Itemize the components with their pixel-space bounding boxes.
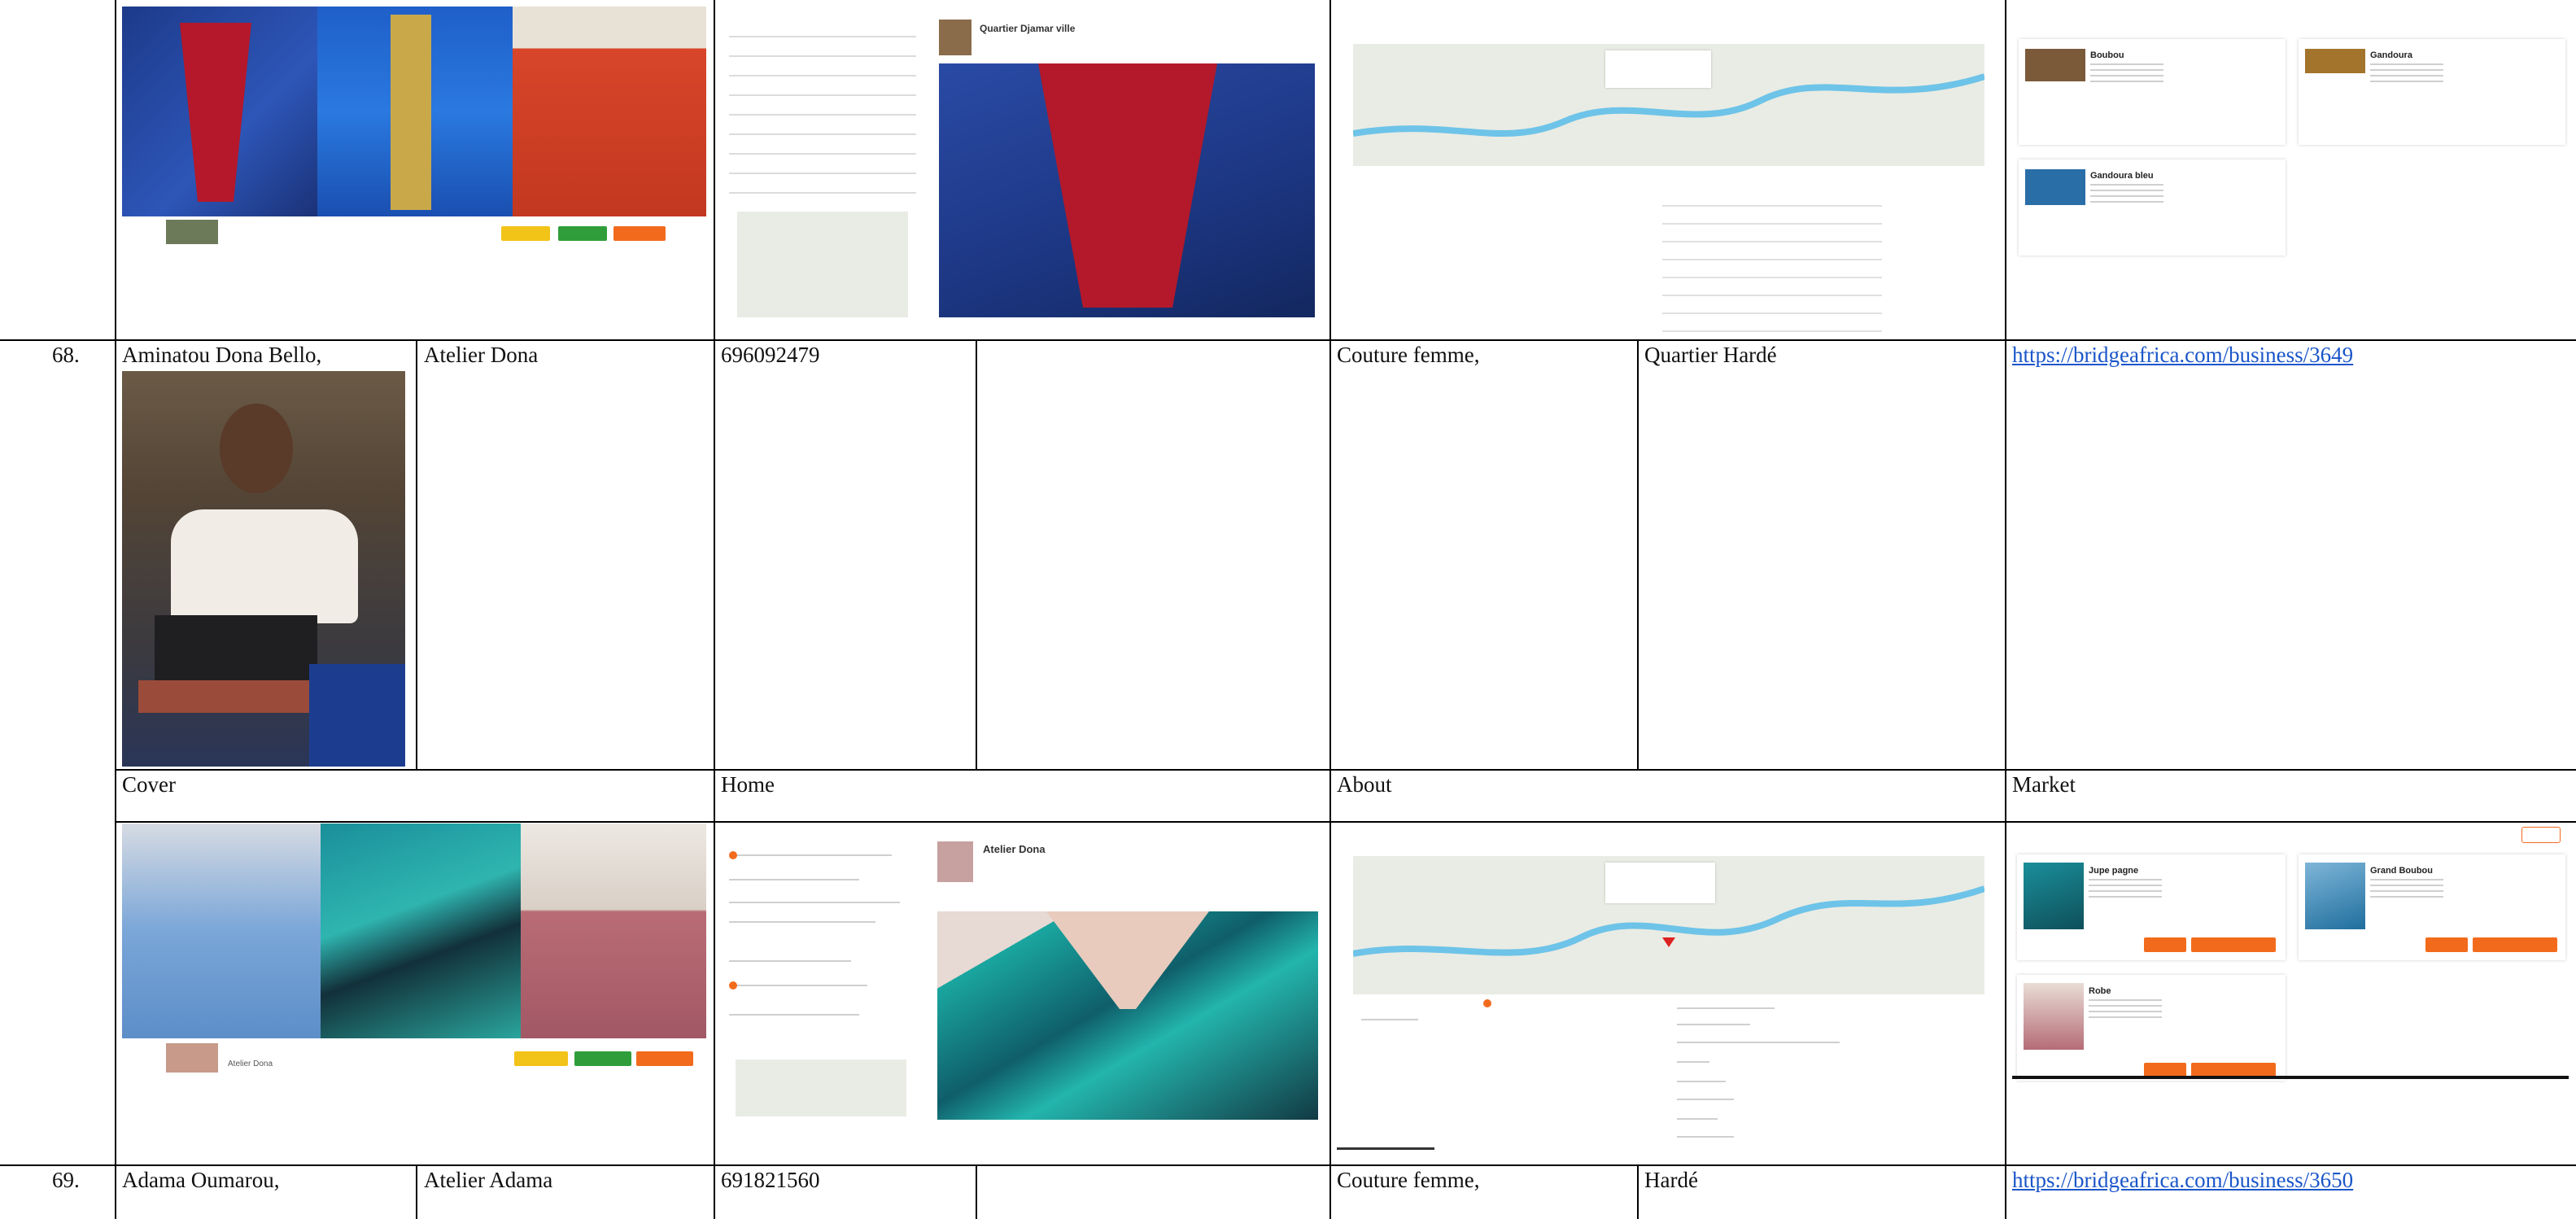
row-68-section-cover: Cover xyxy=(122,772,176,797)
row-68-cover-button-yellow xyxy=(514,1051,568,1066)
previous-market-item-3: Gandoura bleu xyxy=(2090,171,2154,181)
row-68-business: Atelier Dona xyxy=(424,343,539,367)
row-69-business: Atelier Adama xyxy=(424,1168,553,1192)
row-68-section-home: Home xyxy=(721,772,775,797)
previous-home-post-title: Quartier Djamar ville xyxy=(980,23,1076,34)
row-68-number: 68. xyxy=(52,343,80,367)
row-69-link[interactable]: https://bridgeafrica.com/business/3650 xyxy=(2012,1167,2353,1193)
previous-about-screenshot xyxy=(1337,7,1997,334)
row-68-cover-button-orange xyxy=(636,1051,693,1066)
row-69-number: 69. xyxy=(52,1168,80,1192)
row-68-cover-screenshot: Atelier Dona xyxy=(122,824,706,1076)
row-68-market-item-2: Grand Boubou xyxy=(2370,866,2433,876)
previous-cover-button-green xyxy=(558,226,607,241)
row-68-phone: 696092479 xyxy=(721,343,820,367)
row-68-market-card-1: Jupe pagne xyxy=(2017,854,2286,960)
row-68-cover-caption: Atelier Dona xyxy=(228,1060,273,1068)
document-page: Quartier Djamar ville Boubou Gandoura Ga… xyxy=(0,0,2576,1219)
row-68-home-screenshot: Atelier Dona xyxy=(721,830,1323,1123)
row-68-market-item-1: Jupe pagne xyxy=(2089,866,2139,876)
row-68-market-card-2: Grand Boubou xyxy=(2299,854,2565,960)
row-68-category: Couture femme, xyxy=(1337,343,1480,367)
row-68-market-item-3: Robe xyxy=(2089,986,2111,996)
row-69-location: Hardé xyxy=(1644,1168,1698,1192)
row-68-owner: Aminatou Dona Bello, xyxy=(122,343,322,367)
row-69-owner: Adama Oumarou, xyxy=(122,1168,280,1192)
row-68-link[interactable]: https://bridgeafrica.com/business/3649 xyxy=(2012,342,2353,368)
row-68-section-market: Market xyxy=(2012,772,2076,797)
row-68-owner-photo xyxy=(122,371,405,767)
previous-market-item-2: Gandoura xyxy=(2370,50,2412,60)
previous-cover-screenshot xyxy=(122,7,706,247)
previous-market-screenshot: Boubou Gandoura Gandoura bleu xyxy=(2012,7,2569,267)
row-68-home-post-title: Atelier Dona xyxy=(983,843,1046,855)
row-68-cover-button-green xyxy=(574,1051,631,1066)
row-68-about-screenshot xyxy=(1337,824,1997,1152)
previous-cover-button-orange xyxy=(613,226,666,241)
row-68-section-about: About xyxy=(1337,772,1392,797)
row-68-location: Quartier Hardé xyxy=(1644,343,1777,367)
previous-home-screenshot: Quartier Djamar ville xyxy=(721,8,1323,322)
row-69-phone: 691821560 xyxy=(721,1168,820,1192)
row-68-market-screenshot: Jupe pagne Grand Boubou Robe xyxy=(2012,824,2569,1086)
row-69-category: Couture femme, xyxy=(1337,1168,1480,1192)
row-68-market-card-3: Robe xyxy=(2017,975,2286,1081)
previous-market-item-1: Boubou xyxy=(2090,50,2124,60)
previous-cover-button-yellow xyxy=(501,226,550,241)
